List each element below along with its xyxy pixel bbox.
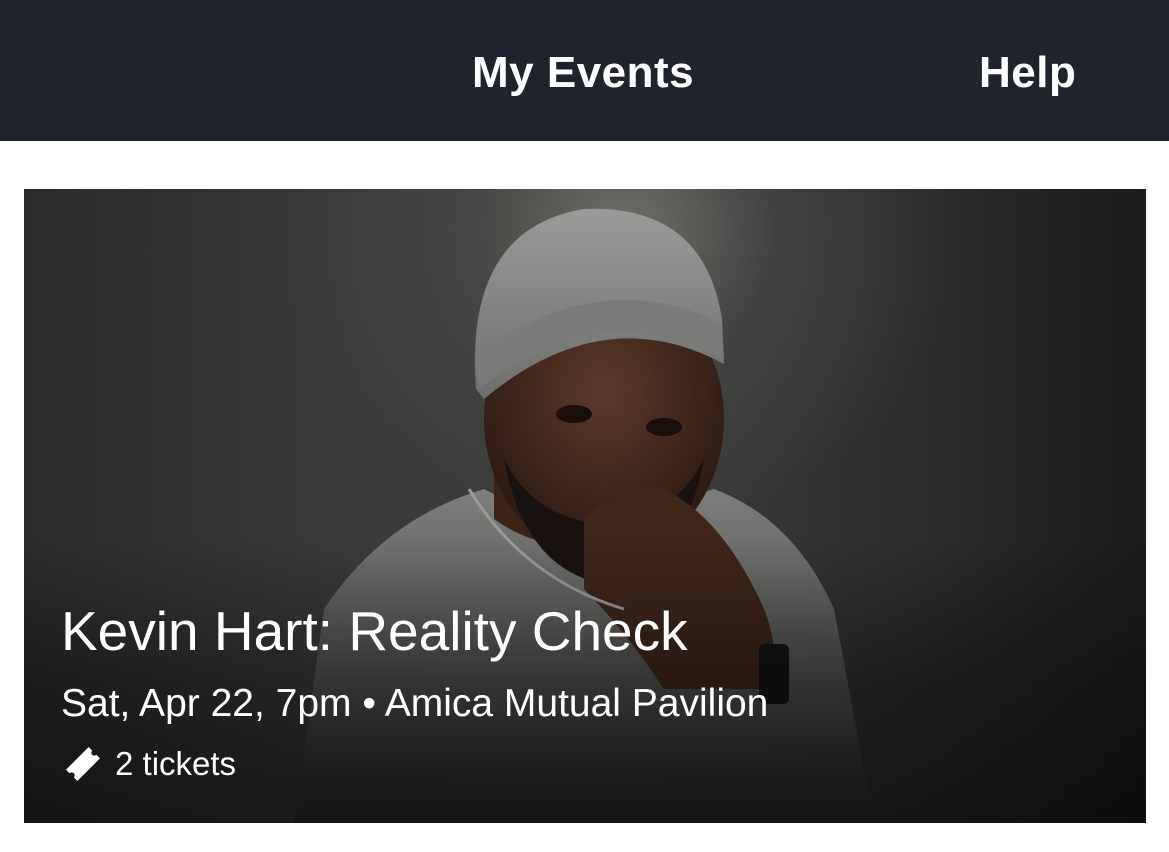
nav-my-events-link[interactable]: My Events (472, 48, 694, 98)
event-meta: Sat, Apr 22, 7pm • Amica Mutual Pavilion (61, 682, 768, 726)
meta-separator: • (362, 682, 377, 725)
tickets-count: 2 tickets (115, 745, 237, 782)
event-date-time: Sat, Apr 22, 7pm (61, 682, 352, 725)
top-navigation-bar: My Events Help (0, 0, 1169, 141)
tickets-row: 2 tickets (61, 742, 236, 786)
card-shade-overlay (24, 189, 1146, 823)
event-title: Kevin Hart: Reality Check (61, 600, 688, 662)
ticket-icon (66, 747, 100, 781)
event-venue: Amica Mutual Pavilion (384, 682, 769, 725)
event-card[interactable]: Kevin Hart: Reality Check Sat, Apr 22, 7… (24, 189, 1146, 823)
nav-help-link[interactable]: Help (979, 48, 1076, 98)
